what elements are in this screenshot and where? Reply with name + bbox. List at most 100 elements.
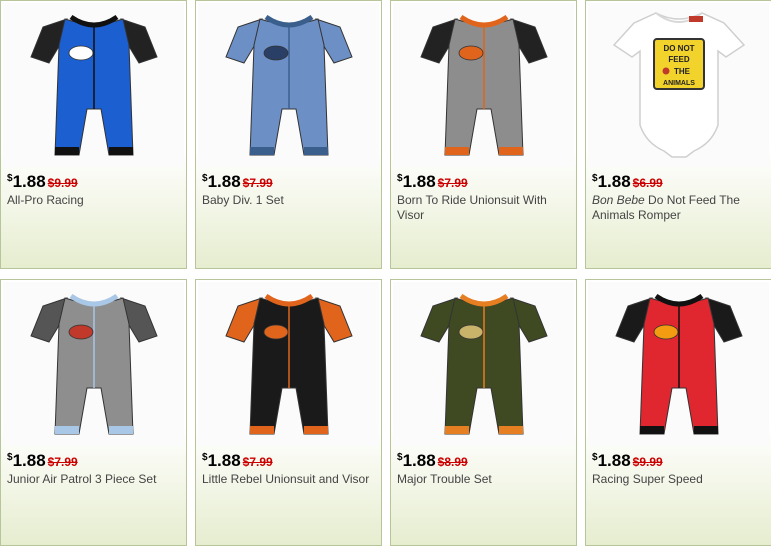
romper-image [224, 14, 353, 156]
right-cuff [498, 147, 523, 155]
right-cuff [303, 147, 328, 155]
price: $1.88 $8.99 [397, 451, 468, 471]
current-price: 1.88 [597, 172, 631, 191]
product-image[interactable] [3, 282, 184, 446]
original-price: $9.99 [47, 176, 78, 190]
romper-shape [29, 14, 158, 156]
product-card[interactable]: $1.88 $7.99 Junior Air Patrol 3 Piece Set [0, 279, 187, 546]
currency-symbol: $ [202, 452, 208, 463]
product-card[interactable]: $1.88 $7.99 Little Rebel Unionsuit and Vi… [195, 279, 382, 546]
price: $1.88 $7.99 [397, 172, 468, 192]
product-name: Racing Super Speed [592, 472, 703, 486]
romper-shape [419, 14, 548, 156]
chest-graphic [263, 45, 288, 61]
original-price: $9.99 [632, 455, 663, 469]
price: $1.88 $7.99 [7, 451, 78, 471]
romper-image [419, 293, 548, 435]
currency-symbol: $ [592, 452, 598, 463]
product-image[interactable] [393, 282, 574, 446]
original-price: $7.99 [242, 176, 273, 190]
right-cuff [303, 426, 328, 434]
romper-shape [224, 293, 353, 435]
chest-graphic [263, 324, 288, 340]
product-name: Junior Air Patrol 3 Piece Set [7, 472, 157, 486]
collar [69, 14, 118, 28]
product-card[interactable]: DO NOT FEED THE ANIMALS $1.88 $6.99 Bon B… [585, 0, 771, 269]
product-title[interactable]: Bon Bebe Do Not Feed The Animals Romper [592, 193, 770, 223]
original-price: $6.99 [632, 176, 663, 190]
price: $1.88 $9.99 [592, 451, 663, 471]
product-card[interactable]: $1.88 $7.99 Born To Ride Unionsuit With V… [390, 0, 577, 269]
currency-symbol: $ [7, 173, 13, 184]
collar [459, 14, 508, 28]
product-title[interactable]: Born To Ride Unionsuit With Visor [397, 193, 575, 223]
romper-image [614, 293, 743, 435]
original-price: $7.99 [242, 455, 273, 469]
romper-shape [29, 293, 158, 435]
price: $1.88 $6.99 [592, 172, 663, 192]
romper-image [419, 14, 548, 156]
product-image[interactable] [588, 282, 769, 446]
product-title[interactable]: Major Trouble Set [397, 472, 575, 487]
product-name: Baby Div. 1 Set [202, 193, 284, 207]
product-name: All-Pro Racing [7, 193, 84, 207]
romper-image [29, 293, 158, 435]
chest-graphic [68, 45, 93, 61]
onesie-image: DO NOT FEED THE ANIMALS [612, 12, 745, 158]
brand-tag [688, 16, 703, 22]
left-cuff [444, 147, 469, 155]
original-price: $8.99 [437, 455, 468, 469]
collar [69, 293, 118, 307]
collar [654, 293, 703, 307]
left-cuff [639, 426, 664, 434]
currency-symbol: $ [397, 452, 403, 463]
brand-name: Bon Bebe [592, 193, 645, 207]
product-card[interactable]: $1.88 $9.99 Racing Super Speed [585, 279, 771, 546]
current-price: 1.88 [12, 172, 46, 191]
product-title[interactable]: Junior Air Patrol 3 Piece Set [7, 472, 185, 487]
currency-symbol: $ [7, 452, 13, 463]
right-cuff [108, 147, 133, 155]
romper-shape [419, 293, 548, 435]
product-name: Born To Ride Unionsuit With Visor [397, 193, 547, 222]
product-card[interactable]: $1.88 $9.99 All-Pro Racing [0, 0, 187, 269]
product-card[interactable]: $1.88 $7.99 Baby Div. 1 Set [195, 0, 382, 269]
left-cuff [444, 426, 469, 434]
product-title[interactable]: Racing Super Speed [592, 472, 770, 487]
product-image[interactable] [198, 3, 379, 167]
current-price: 1.88 [12, 451, 46, 470]
price: $1.88 $9.99 [7, 172, 78, 192]
current-price: 1.88 [207, 172, 241, 191]
original-price: $7.99 [47, 455, 78, 469]
product-title[interactable]: All-Pro Racing [7, 193, 185, 208]
collar [459, 293, 508, 307]
product-image[interactable] [198, 282, 379, 446]
sign-line: ANIMALS [663, 80, 695, 87]
sign-line: THE [674, 67, 691, 76]
product-image[interactable] [3, 3, 184, 167]
product-image[interactable] [393, 3, 574, 167]
product-name: Little Rebel Unionsuit and Visor [202, 472, 370, 486]
sign-line: DO NOT [663, 44, 694, 53]
right-cuff [693, 426, 718, 434]
chest-graphic [458, 45, 483, 61]
product-image[interactable]: DO NOT FEED THE ANIMALS [588, 3, 769, 167]
collar [264, 293, 313, 307]
product-card[interactable]: $1.88 $8.99 Major Trouble Set [390, 279, 577, 546]
romper-image [224, 293, 353, 435]
right-cuff [108, 426, 133, 434]
romper-shape [614, 293, 743, 435]
currency-symbol: $ [592, 173, 598, 184]
onesie-shape: DO NOT FEED THE ANIMALS [612, 12, 745, 158]
left-cuff [249, 426, 274, 434]
collar [264, 14, 313, 28]
sign-line: FEED [668, 55, 690, 64]
chest-graphic [68, 324, 93, 340]
product-title[interactable]: Baby Div. 1 Set [202, 193, 380, 208]
product-name: Major Trouble Set [397, 472, 492, 486]
left-cuff [249, 147, 274, 155]
product-title[interactable]: Little Rebel Unionsuit and Visor [202, 472, 380, 487]
current-price: 1.88 [207, 451, 241, 470]
romper-shape [224, 14, 353, 156]
romper-image [29, 14, 158, 156]
